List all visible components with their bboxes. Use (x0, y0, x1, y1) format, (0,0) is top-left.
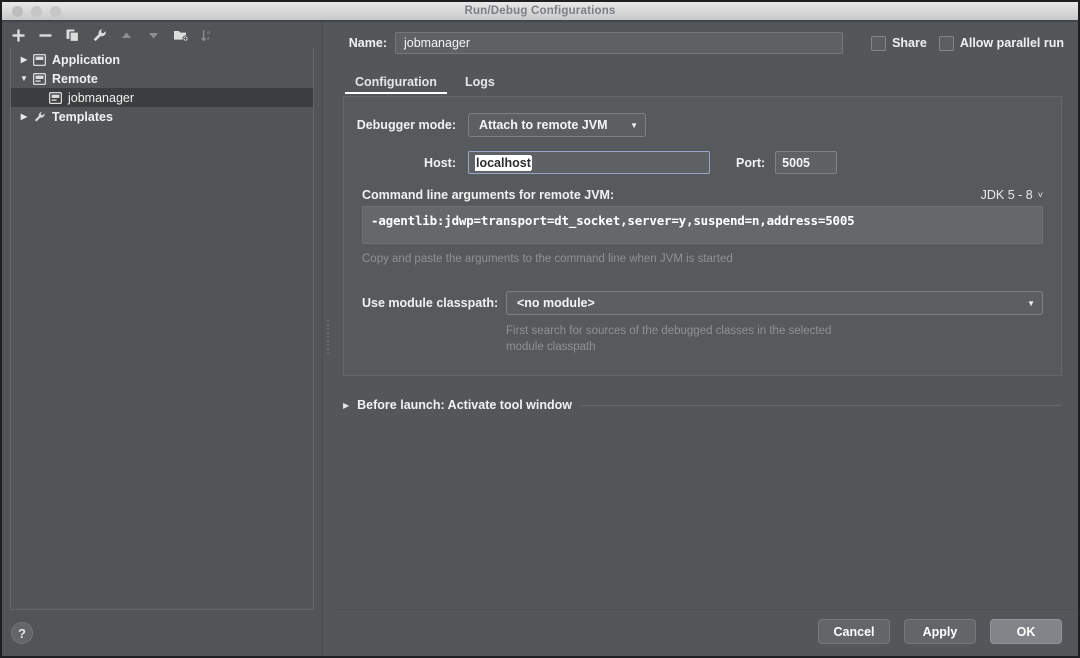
wrench-icon (31, 110, 47, 124)
module-classpath-hint-line1: First search for sources of the debugged… (506, 325, 832, 337)
allow-parallel-run-checkbox[interactable]: Allow parallel run (938, 35, 1064, 51)
host-label: Host: (424, 155, 456, 170)
ok-button[interactable]: OK (990, 619, 1062, 644)
before-launch-label: Before launch: Activate tool window (357, 398, 572, 412)
move-down-button[interactable] (145, 27, 162, 44)
name-label: Name: (348, 36, 387, 50)
tree-item-remote[interactable]: ▼ Remote (11, 69, 313, 88)
titlebar-shadow (2, 20, 1078, 23)
debugger-mode-row: Debugger mode: Attach to remote JVM ▼ (354, 113, 1043, 137)
tree-item-templates[interactable]: ▶ Templates (11, 107, 313, 126)
module-classpath-label: Use module classpath: (362, 296, 499, 310)
app-config-icon (31, 53, 47, 67)
apply-button[interactable]: Apply (904, 619, 976, 644)
tab-configuration[interactable]: Configuration (343, 75, 449, 94)
section-divider (580, 404, 1062, 406)
tree-rows: ▶ Application ▼ Remote jobmanager ▶ Temp… (11, 48, 313, 126)
chevron-down-icon: ▼ (1027, 298, 1035, 308)
debugger-mode-value: Attach to remote JVM (479, 118, 608, 132)
chevron-down-icon[interactable]: ▼ (17, 74, 31, 83)
chevron-down-icon: ˅ (1037, 190, 1043, 200)
run-debug-configurations-dialog: Run/Debug Configurations a z ▶ Applicati… (0, 0, 1080, 658)
configuration-form: Debugger mode: Attach to remote JVM ▼ Ho… (343, 96, 1062, 376)
tab-logs[interactable]: Logs (453, 75, 507, 94)
create-folder-button[interactable] (172, 27, 189, 44)
footer-divider (333, 609, 1078, 610)
module-classpath-hint-line2: module classpath (506, 341, 596, 353)
tree-item-jobmanager[interactable]: jobmanager (11, 88, 313, 107)
host-value: localhost (475, 154, 531, 171)
tree-toolbar: az (2, 20, 322, 48)
name-input[interactable]: jobmanager (395, 32, 844, 54)
port-input[interactable]: 5005 (775, 151, 838, 174)
cancel-button[interactable]: Cancel (818, 619, 890, 644)
checkbox-box[interactable] (938, 35, 954, 51)
editor-tabs: Configuration Logs (343, 68, 1078, 94)
before-launch-section[interactable]: ▶ Before launch: Activate tool window (343, 398, 1062, 412)
share-label: Share (892, 36, 927, 50)
remove-button[interactable] (37, 27, 54, 44)
add-button[interactable] (10, 27, 27, 44)
tree-item-label: Application (52, 52, 121, 67)
allow-parallel-run-label: Allow parallel run (959, 36, 1064, 50)
share-checkbox[interactable]: Share (871, 35, 927, 51)
tree-item-label: jobmanager (68, 90, 135, 105)
tree-item-label: Remote (52, 71, 98, 86)
command-line-label: Command line arguments for remote JVM: (362, 188, 615, 202)
window-title: Run/Debug Configurations (464, 5, 616, 17)
remote-config-icon (31, 72, 47, 86)
configurations-tree-panel: az ▶ Application ▼ Remote jobmanager ▶ T… (2, 20, 322, 656)
help-button[interactable]: ? (11, 622, 33, 644)
chevron-right-icon[interactable]: ▶ (343, 401, 349, 410)
splitter-grip (327, 320, 329, 356)
debugger-mode-select[interactable]: Attach to remote JVM ▼ (468, 113, 646, 137)
tree-item-label: Templates (52, 109, 113, 124)
copy-button[interactable] (64, 27, 81, 44)
maximize-window-icon[interactable] (50, 5, 61, 17)
jdk-selector[interactable]: JDK 5 - 8 ˅ (981, 188, 1043, 202)
remote-config-icon (47, 91, 63, 105)
text-cursor (530, 155, 532, 170)
configurations-tree[interactable]: ▶ Application ▼ Remote jobmanager ▶ Temp… (10, 48, 314, 610)
checkbox-box[interactable] (871, 35, 887, 51)
close-window-icon[interactable] (12, 5, 23, 17)
minimize-window-icon[interactable] (31, 5, 42, 17)
command-line-hint: Copy and paste the arguments to the comm… (362, 253, 733, 265)
debugger-mode-label: Debugger mode: (356, 118, 456, 132)
configuration-editor-panel: Name: jobmanager Share Allow parallel ru… (333, 20, 1078, 656)
chevron-right-icon[interactable]: ▶ (17, 55, 31, 64)
module-classpath-row: Use module classpath: <no module> ▼ (354, 291, 1043, 315)
sort-button[interactable]: az (199, 27, 216, 44)
host-input[interactable]: localhost (468, 151, 710, 174)
header-checkboxes: Share Allow parallel run (871, 35, 1064, 51)
edit-templates-button[interactable] (91, 27, 108, 44)
module-classpath-select[interactable]: <no module> ▼ (506, 291, 1043, 315)
chevron-right-icon[interactable]: ▶ (17, 112, 31, 121)
jdk-selector-label: JDK 5 - 8 (980, 188, 1033, 202)
window-traffic-lights (12, 5, 61, 17)
port-label: Port: (736, 155, 766, 170)
svg-text:z: z (207, 36, 210, 42)
dialog-buttons: Cancel Apply OK (818, 619, 1062, 644)
host-port-row: Host: localhost Port: 5005 (354, 151, 1043, 174)
name-row: Name: jobmanager Share Allow parallel ru… (333, 20, 1078, 56)
command-line-header: Command line arguments for remote JVM: J… (362, 188, 1043, 202)
tree-item-application[interactable]: ▶ Application (11, 50, 313, 69)
module-classpath-value: <no module> (517, 296, 595, 310)
chevron-down-icon: ▼ (630, 120, 638, 130)
window-titlebar: Run/Debug Configurations (2, 2, 1078, 20)
command-line-arguments-field[interactable]: -agentlib:jdwp=transport=dt_socket,serve… (362, 206, 1043, 244)
move-up-button[interactable] (118, 27, 135, 44)
